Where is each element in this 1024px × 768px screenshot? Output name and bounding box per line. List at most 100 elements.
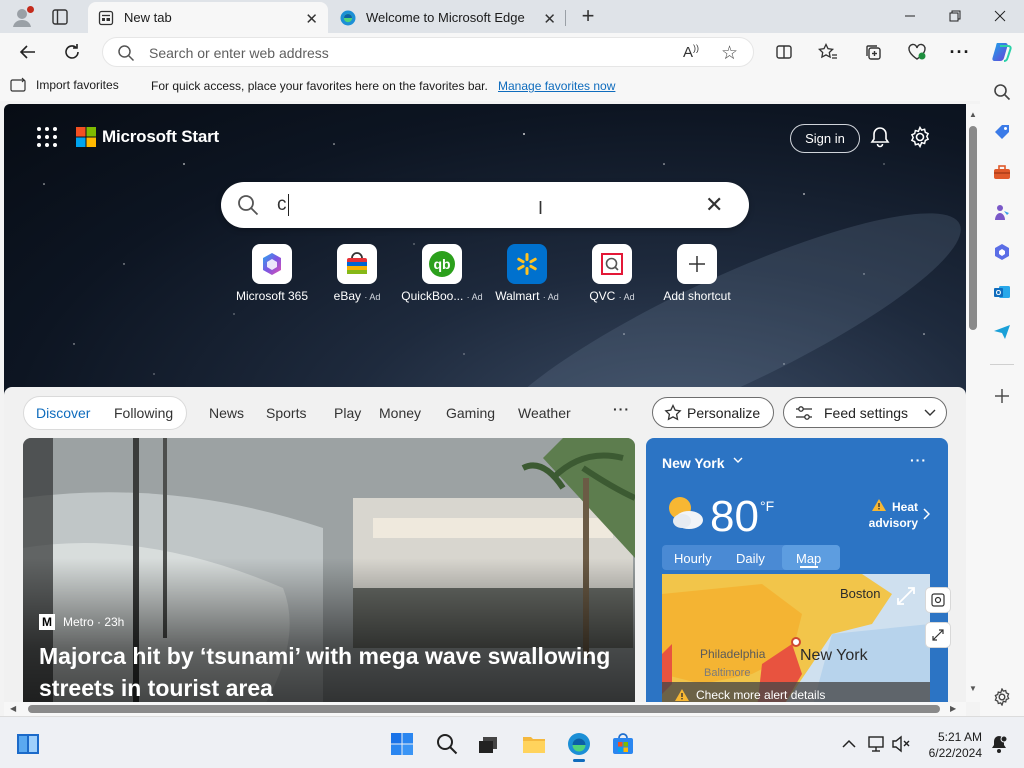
- weather-more-options-icon[interactable]: ···: [910, 452, 927, 468]
- hero-headline[interactable]: Majorca hit by ‘tsunami’ with mega wave …: [39, 640, 629, 702]
- widgets-icon[interactable]: [15, 731, 41, 757]
- refresh-button[interactable]: [60, 40, 84, 64]
- sidebar-microsoft-365-icon[interactable]: [991, 241, 1013, 263]
- sidebar-search-icon[interactable]: [991, 81, 1013, 103]
- settings-and-more-icon[interactable]: ···: [948, 40, 972, 64]
- scroll-up-arrow-icon[interactable]: ▲: [969, 110, 977, 119]
- start-menu-icon[interactable]: [389, 731, 415, 757]
- tab-welcome-edge[interactable]: Welcome to Microsoft Edge ✕: [330, 2, 566, 33]
- clock-time: 5:21 AM: [937, 730, 982, 744]
- chevron-down-icon[interactable]: [732, 454, 744, 466]
- sidebar-tools-icon[interactable]: [991, 161, 1013, 183]
- apps-launcher-icon[interactable]: [36, 126, 58, 148]
- tab-new-tab[interactable]: New tab ✕: [88, 2, 328, 33]
- horizontal-scroll-thumb[interactable]: [28, 705, 940, 713]
- sidebar-settings-gear-icon[interactable]: [991, 686, 1013, 708]
- tab-map[interactable]: Map: [796, 551, 821, 566]
- expand-view-button[interactable]: [925, 622, 951, 648]
- sidebar-divider: [990, 364, 1014, 365]
- nav-play[interactable]: Play: [334, 405, 361, 421]
- sidebar-add-icon[interactable]: [991, 385, 1013, 407]
- nav-news[interactable]: News: [209, 405, 244, 421]
- vertical-scrollbar[interactable]: ▲ ▼: [966, 104, 980, 702]
- close-window-button[interactable]: [987, 4, 1013, 28]
- nav-discover[interactable]: Discover: [36, 405, 90, 421]
- personalize-button[interactable]: Personalize: [652, 397, 774, 428]
- new-tab-button[interactable]: +: [576, 3, 600, 28]
- address-bar[interactable]: Search or enter web address A)) ☆: [102, 37, 754, 67]
- add-shortcut-button[interactable]: Add shortcut: [647, 244, 747, 303]
- feed-settings-button[interactable]: Feed settings: [783, 397, 947, 428]
- page-settings-gear-icon[interactable]: [909, 125, 933, 150]
- manage-favorites-link[interactable]: Manage favorites now: [498, 79, 615, 93]
- back-button[interactable]: [16, 40, 40, 64]
- collections-icon[interactable]: [861, 40, 885, 64]
- edge-sidebar: O: [980, 71, 1024, 716]
- nav-money[interactable]: Money: [379, 405, 421, 421]
- favorites-icon[interactable]: [816, 40, 840, 64]
- restore-window-button[interactable]: [942, 4, 968, 28]
- search-input-value: c: [277, 194, 287, 215]
- notification-center-icon[interactable]: [986, 731, 1012, 757]
- chevron-down-icon: [924, 409, 936, 416]
- tab-hourly[interactable]: Hourly: [674, 551, 712, 566]
- notifications-bell-icon[interactable]: [869, 126, 893, 150]
- import-favorites-button[interactable]: Import favorites: [10, 77, 119, 93]
- sidebar-outlook-icon[interactable]: O: [991, 281, 1013, 303]
- tab-actions-icon[interactable]: [46, 5, 74, 29]
- web-search-box[interactable]: c I ✕: [221, 182, 749, 228]
- chevron-right-icon[interactable]: [922, 508, 930, 520]
- sign-in-button[interactable]: Sign in: [790, 124, 860, 153]
- search-icon: [118, 45, 135, 62]
- file-explorer-icon[interactable]: [521, 731, 547, 757]
- sidebar-games-icon[interactable]: [991, 201, 1013, 223]
- copilot-icon[interactable]: [989, 39, 1015, 65]
- check-alert-details-bar[interactable]: Check more alert details: [662, 682, 930, 702]
- sidebar-shopping-tag-icon[interactable]: [991, 121, 1013, 143]
- profile-icon[interactable]: [8, 4, 36, 30]
- nav-sports[interactable]: Sports: [266, 405, 306, 421]
- minimize-window-button[interactable]: [897, 4, 923, 28]
- favorites-bar-message: For quick access, place your favorites h…: [151, 79, 488, 93]
- horizontal-scrollbar[interactable]: ◀ ▶: [4, 702, 966, 716]
- scroll-down-arrow-icon[interactable]: ▼: [969, 684, 977, 693]
- nav-more-button[interactable]: ···: [613, 401, 630, 417]
- temperature-unit[interactable]: °F: [760, 498, 774, 514]
- browser-essentials-icon[interactable]: [905, 40, 929, 64]
- network-icon[interactable]: [864, 731, 890, 757]
- scroll-left-arrow-icon[interactable]: ◀: [10, 704, 16, 713]
- scroll-right-arrow-icon[interactable]: ▶: [950, 704, 956, 713]
- nav-gaming[interactable]: Gaming: [446, 405, 495, 421]
- weather-alert[interactable]: Heat advisory: [866, 499, 918, 531]
- sidebar-drop-icon[interactable]: [991, 321, 1013, 343]
- volume-muted-icon[interactable]: [888, 731, 914, 757]
- read-aloud-icon[interactable]: A)): [683, 43, 699, 61]
- tab-daily[interactable]: Daily: [736, 551, 765, 566]
- alert-details-label: Check more alert details: [696, 688, 826, 702]
- personalize-label: Personalize: [687, 404, 761, 421]
- weather-location[interactable]: New York: [662, 455, 725, 471]
- close-tab-icon[interactable]: ✕: [543, 10, 556, 28]
- favorites-bar: Import favorites For quick access, place…: [0, 71, 1024, 101]
- show-hidden-icons-chevron-icon[interactable]: [836, 731, 862, 757]
- clear-search-icon[interactable]: ✕: [705, 192, 723, 218]
- screenshot-capture-button[interactable]: [925, 587, 951, 613]
- nav-weather[interactable]: Weather: [518, 405, 571, 421]
- system-clock[interactable]: 5:21 AM 6/22/2024: [922, 729, 982, 761]
- task-view-icon[interactable]: [475, 731, 501, 757]
- vertical-scroll-thumb[interactable]: [969, 126, 977, 330]
- hero-news-card[interactable]: M Metro · 23h Majorca hit by ‘tsunami’ w…: [23, 438, 635, 702]
- microsoft-store-icon[interactable]: [610, 731, 636, 757]
- weather-temperature: 80: [710, 492, 759, 541]
- import-icon: [10, 77, 26, 92]
- microsoft-logo-icon: [76, 127, 96, 147]
- alert-line-1: Heat: [891, 500, 918, 514]
- shortcut-label: Add shortcut: [663, 289, 731, 303]
- add-favorite-icon[interactable]: ☆: [721, 42, 738, 65]
- edge-taskbar-icon[interactable]: [566, 731, 592, 762]
- nav-following[interactable]: Following: [114, 405, 173, 421]
- split-screen-icon[interactable]: [772, 40, 796, 64]
- close-tab-icon[interactable]: ✕: [305, 10, 318, 28]
- taskbar-search-icon[interactable]: [434, 731, 460, 757]
- expand-map-icon[interactable]: [894, 584, 918, 608]
